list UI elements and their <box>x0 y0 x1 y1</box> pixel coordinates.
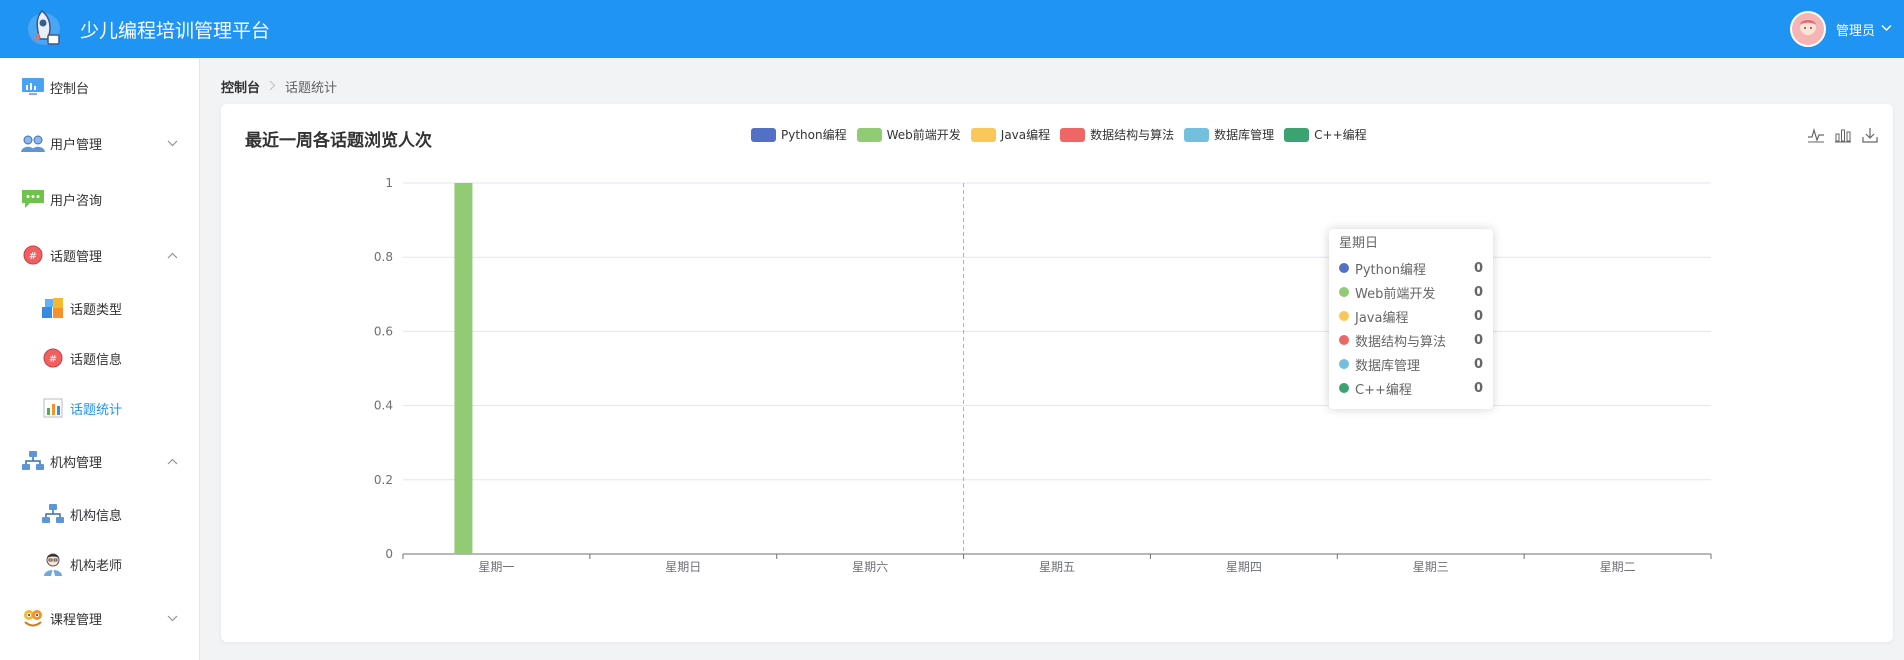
tooltip-series-name: C++编程 <box>1355 382 1412 398</box>
sidebar-item-label: 课程管理 <box>50 612 103 628</box>
blocks-icon <box>40 295 66 321</box>
hash-icon: # <box>40 345 66 371</box>
teacher-icon <box>40 551 66 577</box>
y-tick-label: 0.2 <box>374 473 393 487</box>
x-tick-label: 星期五 <box>1039 560 1075 574</box>
sidebar-item-topic-info[interactable]: # 话题信息 <box>0 338 200 378</box>
sidebar-item-label: 控制台 <box>50 81 90 97</box>
sidebar-item-org-info[interactable]: 机构信息 <box>0 494 200 534</box>
dashboard-icon <box>20 74 46 100</box>
tooltip-series-name: Java编程 <box>1355 310 1409 326</box>
x-tick-label: 星期一 <box>478 560 514 574</box>
org-icon <box>20 448 46 474</box>
sidebar-item-dashboard[interactable]: 控制台 <box>0 67 200 107</box>
chevron-up-icon <box>167 455 178 468</box>
x-tick-label: 星期六 <box>852 560 888 574</box>
admin-name[interactable]: 管理员 <box>1836 20 1875 39</box>
org-icon <box>40 501 66 527</box>
tooltip-dot <box>1339 263 1349 273</box>
course-icon <box>20 605 46 631</box>
tooltip-value: 0 <box>1473 380 1483 396</box>
x-tick-label: 星期二 <box>1600 560 1636 574</box>
tooltip-series-name: 数据结构与算法 <box>1355 334 1447 350</box>
breadcrumb: 控制台 话题统计 <box>221 77 337 96</box>
sidebar-item-label: 用户管理 <box>50 137 103 153</box>
y-tick-label: 0.4 <box>374 399 393 413</box>
sidebar: 控制台 用户管理 用户咨询 # 话题管理 话题类型 # 话题信息 话题统计 机构… <box>0 58 200 660</box>
tooltip-dot <box>1339 335 1349 345</box>
y-tick-label: 1 <box>385 176 393 190</box>
sidebar-item-org-teachers[interactable]: 机构老师 <box>0 544 200 584</box>
tooltip-row: C++编程 0 <box>1339 376 1483 400</box>
sidebar-item-label: 话题管理 <box>50 249 103 265</box>
chart-card: 最近一周各话题浏览人次 Python编程 Web前端开发 Java编程 数据结构… <box>221 104 1893 642</box>
sidebar-item-label: 机构信息 <box>70 508 123 524</box>
sidebar-item-topics[interactable]: # 话题管理 <box>0 235 200 275</box>
tooltip-row: 数据库管理 0 <box>1339 352 1483 376</box>
app-logo <box>22 5 70 53</box>
chevron-right-icon <box>269 80 276 94</box>
top-header: 少儿编程培训管理平台 管理员 <box>0 0 1904 58</box>
x-tick-label: 星期三 <box>1413 560 1449 574</box>
tooltip-row: Python编程 0 <box>1339 256 1483 280</box>
app-title: 少儿编程培训管理平台 <box>80 19 271 42</box>
x-tick-label: 星期四 <box>1226 560 1262 574</box>
hash-icon: # <box>20 242 46 268</box>
tooltip-series-name: Web前端开发 <box>1355 286 1436 302</box>
tooltip-value: 0 <box>1473 260 1483 276</box>
users-icon <box>20 130 46 156</box>
y-tick-label: 0.8 <box>374 250 393 264</box>
chat-icon <box>20 186 46 212</box>
y-tick-label: 0 <box>385 547 393 561</box>
sidebar-item-topic-stats[interactable]: 话题统计 <box>0 388 200 428</box>
x-tick-label: 星期日 <box>665 560 701 574</box>
user-menu[interactable]: 管理员 <box>1789 0 1892 58</box>
tooltip-dot <box>1339 359 1349 369</box>
avatar[interactable] <box>1789 11 1826 47</box>
tooltip-dot <box>1339 383 1349 393</box>
sidebar-item-label: 话题类型 <box>70 302 123 318</box>
tooltip-dot <box>1339 287 1349 297</box>
tooltip-row: 数据结构与算法 0 <box>1339 328 1483 352</box>
sidebar-item-org[interactable]: 机构管理 <box>0 441 200 481</box>
chevron-down-icon <box>167 137 178 150</box>
tooltip-dot <box>1339 311 1349 321</box>
sidebar-item-label: 机构老师 <box>70 558 123 574</box>
tooltip-row: Web前端开发 0 <box>1339 280 1483 304</box>
chevron-down-icon <box>167 612 178 625</box>
tooltip-value: 0 <box>1473 308 1483 324</box>
tooltip-value: 0 <box>1473 356 1483 372</box>
sidebar-item-courses[interactable]: 课程管理 <box>0 598 200 638</box>
svg-text:#: # <box>49 354 57 365</box>
breadcrumb-current: 话题统计 <box>285 81 338 96</box>
sidebar-item-label: 机构管理 <box>50 455 103 471</box>
sidebar-item-label: 话题信息 <box>70 352 123 368</box>
stats-icon <box>40 395 66 421</box>
breadcrumb-home[interactable]: 控制台 <box>221 77 260 96</box>
tooltip-series-name: Python编程 <box>1355 262 1427 278</box>
svg-text:#: # <box>29 251 37 262</box>
tooltip-title: 星期日 <box>1339 236 1379 251</box>
y-tick-label: 0.6 <box>374 324 393 338</box>
chart-tooltip: 星期日 Python编程 0 Web前端开发 0 Java编程 0 数据结构与算法 0 … <box>1329 229 1493 409</box>
sidebar-item-label: 用户咨询 <box>50 193 103 209</box>
sidebar-item-topic-types[interactable]: 话题类型 <box>0 288 200 328</box>
chevron-down-icon[interactable] <box>1881 22 1892 36</box>
tooltip-row: Java编程 0 <box>1339 304 1483 328</box>
tooltip-value: 0 <box>1473 284 1483 300</box>
tooltip-series-name: 数据库管理 <box>1355 358 1421 374</box>
chevron-up-icon <box>167 249 178 262</box>
sidebar-item-users[interactable]: 用户管理 <box>0 123 200 163</box>
sidebar-item-consult[interactable]: 用户咨询 <box>0 179 200 219</box>
sidebar-item-label: 话题统计 <box>70 402 123 418</box>
bar-chart: 00.20.40.60.81星期一 星期日 星期六 星期五 星期四 星期三 星期二 <box>374 176 1712 574</box>
tooltip-value: 0 <box>1473 332 1483 348</box>
bar <box>454 183 473 554</box>
